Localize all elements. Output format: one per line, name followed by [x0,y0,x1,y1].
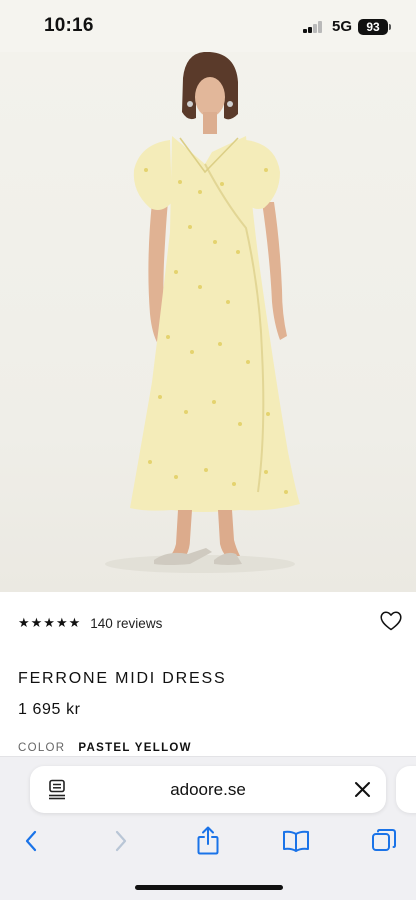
share-button[interactable] [193,826,223,856]
bookmarks-button[interactable] [281,826,311,856]
book-icon [283,830,309,852]
color-label: COLOR [18,742,66,754]
status-bar: 10:16 5G 93 [0,0,416,52]
tabs-button[interactable] [369,826,399,856]
network-label: 5G [332,18,353,35]
heart-icon[interactable] [380,611,402,631]
reviews-count[interactable]: 140 reviews [90,616,162,631]
product-image[interactable] [0,52,416,592]
share-icon [197,826,219,855]
home-indicator[interactable] [135,885,283,890]
chevron-right-icon [115,830,127,852]
battery-icon: 93 [358,19,388,35]
back-button[interactable] [16,826,46,856]
close-icon[interactable] [354,781,371,798]
battery-tip [389,24,391,30]
color-value: PASTEL YELLOW [78,742,192,754]
reviews-row[interactable]: ★★★★★ 140 reviews [18,613,162,633]
product-title: FERRONE MIDI DRESS [18,670,227,687]
url-text[interactable]: adoore.se [30,766,386,813]
product-photo [105,52,300,573]
rating-stars: ★★★★★ [18,615,82,630]
product-price: 1 695 kr [18,701,81,718]
address-bar[interactable]: adoore.se [30,766,386,813]
tabs-icon [372,829,396,851]
color-row: COLOR PASTEL YELLOW [18,742,192,754]
forward-button[interactable] [106,826,136,856]
next-tab-preview[interactable] [396,766,416,813]
dress-sleeve-left [133,140,172,210]
chevron-left-icon [25,830,37,852]
status-time: 10:16 [44,15,94,36]
signal-icon [303,21,325,33]
